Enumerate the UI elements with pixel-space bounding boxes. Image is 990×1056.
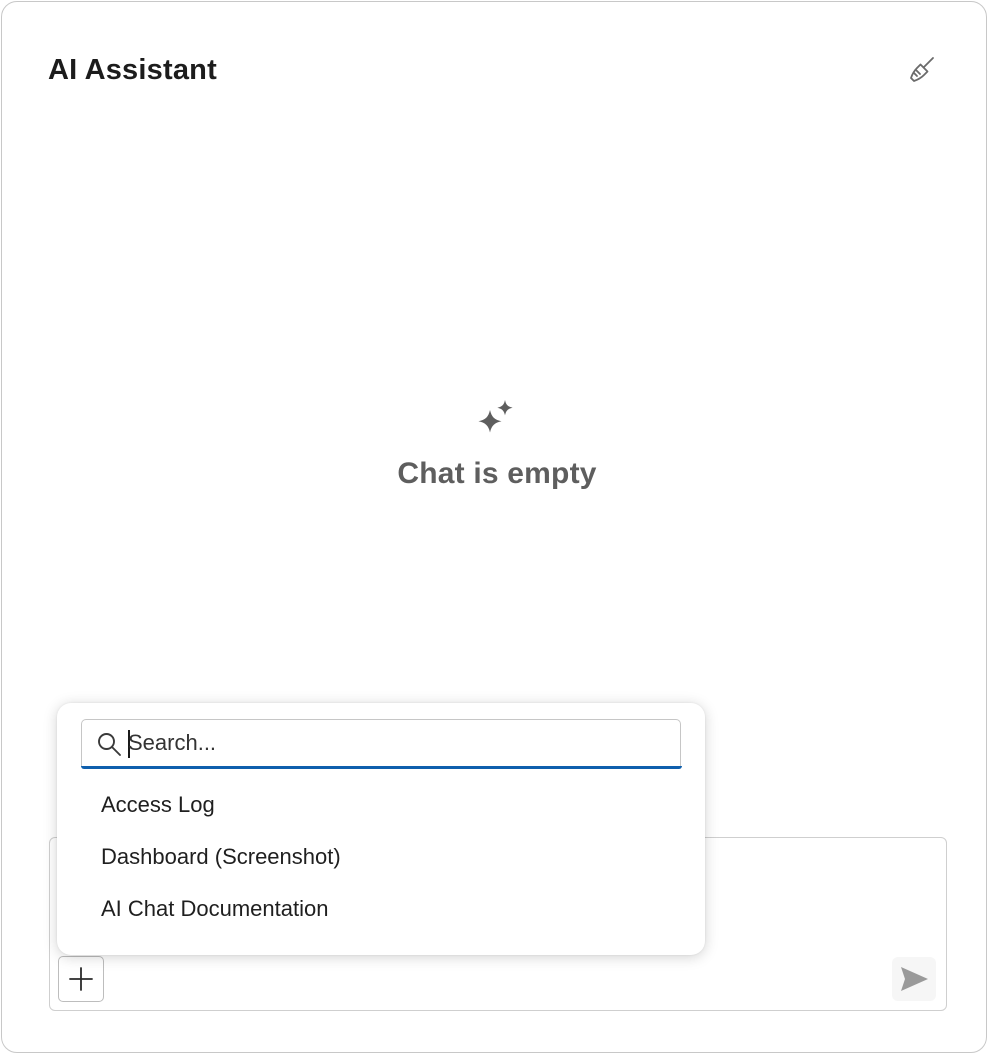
popup-item-ai-chat-documentation[interactable]: AI Chat Documentation [81, 883, 681, 935]
popup-item-list: Access Log Dashboard (Screenshot) AI Cha… [81, 779, 681, 935]
send-button[interactable] [892, 957, 936, 1001]
plus-icon [69, 967, 93, 991]
send-icon [901, 967, 928, 991]
empty-state-text: Chat is empty [397, 457, 597, 490]
page-title: AI Assistant [48, 54, 217, 86]
sparkle-icon [478, 400, 513, 433]
empty-state: Chat is empty [2, 396, 990, 491]
broom-icon [910, 57, 934, 82]
attachment-popup: Access Log Dashboard (Screenshot) AI Cha… [57, 703, 705, 955]
ai-assistant-panel: AI Assistant Chat is empty Search... Acc… [1, 1, 987, 1053]
popup-item-access-log[interactable]: Access Log [81, 779, 681, 831]
popup-search-input[interactable] [128, 726, 668, 760]
popup-search-box[interactable] [80, 719, 682, 769]
popup-item-dashboard-screenshot[interactable]: Dashboard (Screenshot) [81, 831, 681, 883]
clear-chat-button[interactable] [902, 50, 942, 90]
add-attachment-button[interactable] [58, 956, 104, 1002]
search-icon [98, 733, 121, 756]
